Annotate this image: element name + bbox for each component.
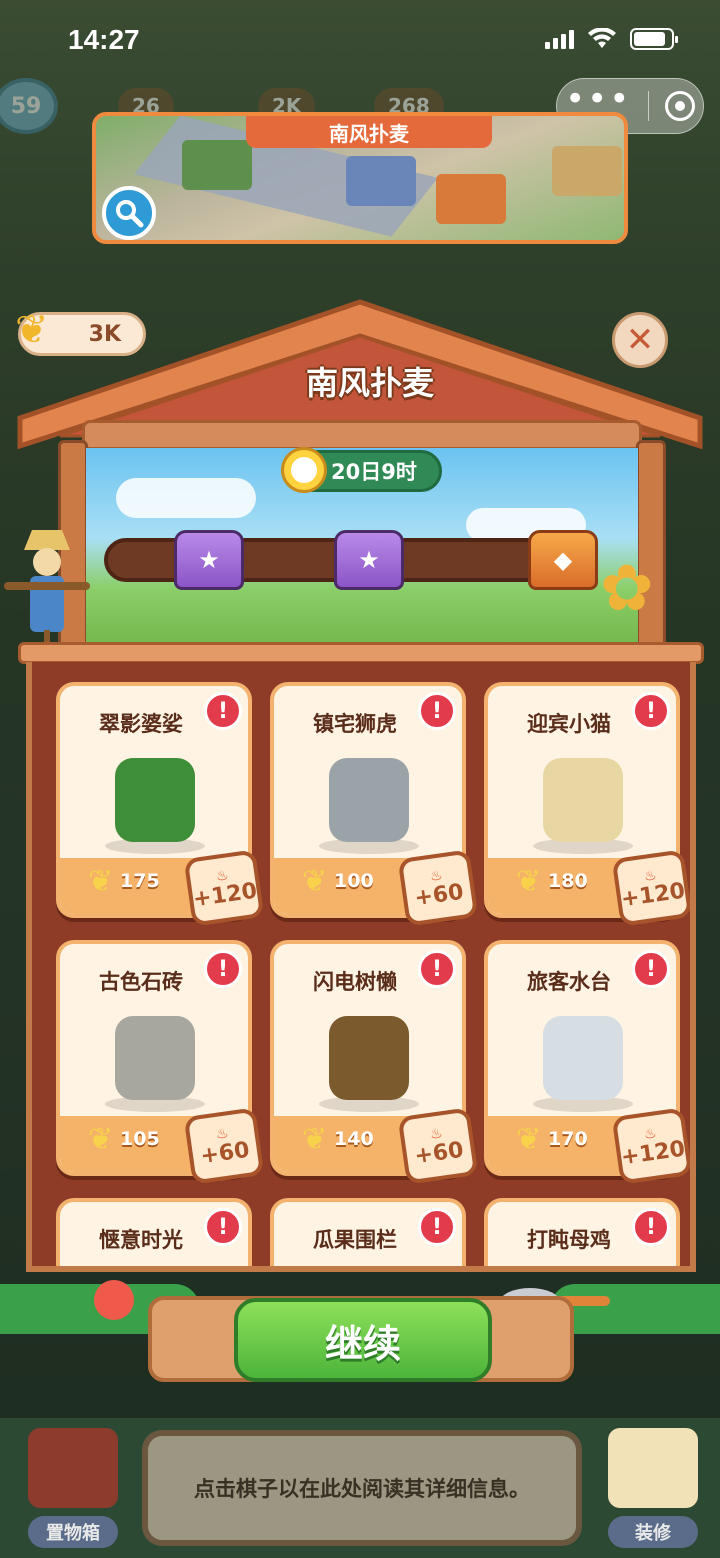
- magnifier-icon[interactable]: [102, 186, 156, 240]
- player-level: 59: [0, 78, 58, 134]
- sloth-stall-icon: [304, 996, 434, 1116]
- bottom-bar: 置物箱 点击棋子以在此处阅读其详细信息。 装修: [0, 1418, 720, 1558]
- item-cost: 140: [334, 1128, 374, 1150]
- reward-tag: ♨ +60: [397, 849, 479, 927]
- alert-icon: !: [204, 950, 242, 988]
- reward-tag: ♨ +120: [183, 849, 265, 927]
- continue-button[interactable]: 继续: [234, 1298, 492, 1382]
- alert-icon: !: [632, 1208, 670, 1246]
- wifi-icon: [588, 28, 616, 48]
- decorate-button[interactable]: 装修: [598, 1428, 708, 1548]
- area-preview[interactable]: 南风扑麦: [92, 112, 628, 244]
- reward-value: +60: [412, 1137, 466, 1169]
- reward-tag: ♨ +120: [611, 849, 690, 927]
- item-card[interactable]: 打盹母鸡!: [484, 1198, 680, 1266]
- scarecrow-icon: [4, 530, 90, 650]
- item-cost: 175: [120, 870, 160, 892]
- item-card[interactable]: 旅客水台! ❦ 170 ♨ +120: [484, 940, 690, 1185]
- alert-icon: !: [204, 1208, 242, 1246]
- preview-stall: [436, 174, 506, 224]
- item-card[interactable]: 闪电树懒! ❦ 140 ♨ +60: [270, 940, 479, 1185]
- wheat-sheaf-icon: ✿: [600, 552, 654, 626]
- item-card[interactable]: 迎宾小猫! ❦ 180 ♨ +120: [484, 682, 690, 927]
- reward-value: +120: [619, 1136, 687, 1170]
- wheat-icon: ❦: [88, 1122, 114, 1157]
- reward-value: +60: [412, 879, 466, 911]
- battery-icon: [630, 28, 678, 50]
- decorate-icon: [608, 1428, 698, 1508]
- reward-tag: ♨ +120: [611, 1107, 690, 1185]
- cloud: [116, 478, 256, 518]
- item-cost: 180: [548, 870, 588, 892]
- cat-scooter-icon: [518, 738, 648, 858]
- preview-title: 南风扑麦: [246, 116, 492, 148]
- roof-beam: [82, 420, 642, 450]
- status-bar: 14:27: [0, 0, 720, 80]
- item-card[interactable]: 古色石砖! ❦ 105 ♨ +60: [56, 940, 265, 1185]
- reward-value: +120: [191, 878, 259, 912]
- status-icons: [545, 28, 678, 50]
- alert-icon: !: [418, 692, 456, 730]
- wheat-currency: ❦ 3K: [15, 307, 146, 356]
- wheat-icon: ❦: [302, 1122, 328, 1157]
- water-station-icon: [518, 996, 648, 1116]
- event-timer: 20日9时: [281, 447, 442, 493]
- item-card[interactable]: 翠影婆娑! ❦ 175 ♨ +120: [56, 682, 265, 927]
- alert-icon: !: [204, 692, 242, 730]
- reward-tag: ♨ +60: [183, 1107, 265, 1185]
- stone-tile-icon: [90, 996, 220, 1116]
- reward-tag: ♨ +60: [397, 1107, 479, 1185]
- reward-chest-1[interactable]: ★: [174, 530, 244, 590]
- storage-label: 置物箱: [28, 1516, 118, 1548]
- radish-icon: [94, 1280, 134, 1320]
- item-card[interactable]: 镇宅狮虎! ❦ 100 ♨ +60: [270, 682, 479, 927]
- panel-title: 南风扑麦: [305, 364, 434, 402]
- tree-icon: [90, 738, 220, 858]
- wheat-icon: ❦: [302, 864, 328, 899]
- status-time: 14:27: [68, 24, 140, 55]
- item-cost: 100: [334, 870, 374, 892]
- wheat-icon: ❦: [516, 1122, 542, 1157]
- shelf: [18, 642, 704, 664]
- wheat-icon: ❦: [15, 307, 49, 353]
- items-grid: 翠影婆娑! ❦ 175 ♨ +120 镇宅狮虎! ❦ 100 ♨ +60 迎宾小…: [56, 682, 690, 1266]
- items-board[interactable]: 翠影婆娑! ❦ 175 ♨ +120 镇宅狮虎! ❦ 100 ♨ +60 迎宾小…: [26, 662, 696, 1272]
- reward-value: +60: [198, 1137, 252, 1169]
- wheat-icon: ❦: [516, 864, 542, 899]
- event-timer-text: 20日9时: [331, 460, 417, 484]
- wheat-currency-value: 3K: [88, 321, 121, 347]
- exit-target-icon[interactable]: [664, 91, 695, 121]
- alert-icon: !: [418, 950, 456, 988]
- preview-stall: [552, 146, 622, 196]
- more-icon[interactable]: •••: [565, 82, 631, 116]
- signal-icon: [545, 29, 574, 49]
- storage-button[interactable]: 置物箱: [18, 1428, 128, 1548]
- event-panel: ❦ 3K ✕ 南风扑麦 20日9时 ★ ★ ◆ ✿ 翠影婆娑! ❦ 175 ♨ …: [0, 290, 720, 1410]
- capsule-divider: [647, 91, 649, 121]
- storage-box-icon: [28, 1428, 118, 1508]
- info-box: 点击棋子以在此处阅读其详细信息。: [142, 1430, 582, 1546]
- item-cost: 105: [120, 1128, 160, 1150]
- alert-icon: !: [632, 950, 670, 988]
- reward-chest-2[interactable]: ★: [334, 530, 404, 590]
- reward-chest-3[interactable]: ◆: [528, 530, 598, 590]
- item-cost: 170: [548, 1128, 588, 1150]
- battery-level: [634, 32, 665, 46]
- wheat-icon: ❦: [88, 864, 114, 899]
- alarm-clock-icon: [281, 447, 327, 493]
- alert-icon: !: [418, 1208, 456, 1246]
- decorate-label: 装修: [608, 1516, 698, 1548]
- item-card[interactable]: 瓜果围栏!: [270, 1198, 466, 1266]
- stone-lion-icon: [304, 738, 434, 858]
- preview-stall: [346, 156, 416, 206]
- alert-icon: !: [632, 692, 670, 730]
- preview-stall: [182, 140, 252, 190]
- item-card[interactable]: 惬意时光!: [56, 1198, 252, 1266]
- reward-value: +120: [619, 878, 687, 912]
